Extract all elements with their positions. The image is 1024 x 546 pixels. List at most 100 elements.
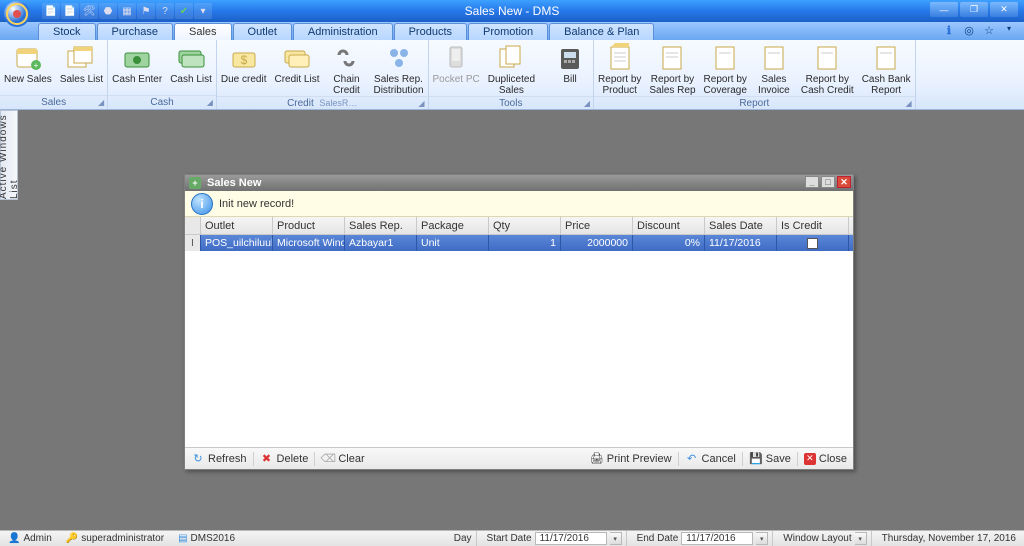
ribbon-sep [539,40,547,96]
qa-flag-icon[interactable]: ⚑ [137,3,155,19]
qa-help-icon[interactable]: ? [156,3,174,19]
ribbon-new-sales[interactable]: + New Sales [0,40,56,95]
col-price[interactable]: Price [561,217,633,234]
svg-text:+: + [192,178,197,188]
cell-salesrep[interactable]: Azbayar1 [345,235,417,251]
inner-maximize-button[interactable]: □ [821,176,835,188]
tab-stock[interactable]: Stock [38,23,96,40]
chain-credit-icon [331,43,361,73]
qa-grid-icon[interactable]: ▦ [118,3,136,19]
dock-active-windows-list[interactable]: Active Windows List [0,110,18,200]
col-salesdate[interactable]: Sales Date [705,217,777,234]
ribbon-report-salesrep[interactable]: Report by Sales Rep [645,40,699,96]
qa-more-icon[interactable]: ▾ [194,3,212,19]
cell-iscredit[interactable] [777,235,849,251]
ribbon-report-cashcredit[interactable]: Report by Cash Credit [797,40,858,96]
cancel-button[interactable]: ↶Cancel [679,448,742,469]
menu-star-icon[interactable]: ☆ [982,24,996,37]
tab-purchase[interactable]: Purchase [97,23,173,40]
app-title: Sales New - DMS [465,4,560,18]
inner-minimize-button[interactable]: _ [805,176,819,188]
save-button[interactable]: 💾Save [743,448,797,469]
undo-icon: ↶ [685,452,699,466]
menu-info-icon[interactable]: ℹ [942,24,956,37]
col-qty[interactable]: Qty [489,217,561,234]
grid-row-selector-header [185,217,201,234]
menu-dropdown-icon[interactable]: ▾ [1002,24,1016,37]
ribbon-group-tools: Pocket PC Dupliceted Sales Bill Tools◢ [429,40,595,109]
qa-new-doc-icon[interactable]: 📄 [42,3,60,19]
tab-administration[interactable]: Administration [293,23,393,40]
qa-add-doc-icon[interactable]: 📄 [61,3,79,19]
svg-text:$: $ [240,53,247,67]
window-minimize-button[interactable]: — [930,2,958,17]
col-salesrep[interactable]: Sales Rep. [345,217,417,234]
ribbon-bill[interactable]: Bill [547,40,593,96]
end-date-field[interactable]: 11/17/2016 [681,532,753,545]
delete-button[interactable]: ✖Delete [254,448,315,469]
ribbon-report-coverage[interactable]: Report by Coverage [700,40,751,96]
ribbon-group-credit: $ Due credit Credit List Chain Credit Sa… [217,40,429,109]
ribbon-cash-list[interactable]: Cash List [166,40,216,95]
start-date-field[interactable]: 11/17/2016 [535,532,607,545]
print-preview-button[interactable]: 🖨Print Preview [584,448,678,469]
qa-check-icon[interactable]: ✔ [175,3,193,19]
qa-stamp-icon[interactable]: ⬣ [99,3,117,19]
clear-button[interactable]: ⌫Clear [315,448,370,469]
tab-sales[interactable]: Sales [174,23,232,40]
cell-product[interactable]: Microsoft Windo... [273,235,345,251]
ribbon-chain-credit[interactable]: Chain Credit [323,40,369,96]
ribbon-cash-enter[interactable]: Cash Enter [108,40,166,95]
cell-price[interactable]: 2000000 [561,235,633,251]
col-product[interactable]: Product [273,217,345,234]
tab-promotion[interactable]: Promotion [468,23,548,40]
app-orb[interactable] [2,0,32,29]
credit-list-icon [282,43,312,73]
col-package[interactable]: Package [417,217,489,234]
save-icon: 💾 [749,452,763,466]
cell-package[interactable]: Unit [417,235,489,251]
mdi-client-area: Active Windows List + Sales New _ □ ✕ i … [0,110,1024,530]
inner-titlebar[interactable]: + Sales New _ □ ✕ [185,175,853,191]
qa-tools-icon[interactable]: 🛠 [80,3,98,19]
cell-salesdate[interactable]: 11/17/2016 [705,235,777,251]
tab-outlet[interactable]: Outlet [233,23,292,40]
col-outlet[interactable]: Outlet [201,217,273,234]
layout-dropdown[interactable]: ▾ [855,532,867,545]
cell-discount[interactable]: 0% [633,235,705,251]
col-iscredit[interactable]: Is Credit [777,217,849,234]
ribbon-sales-invoice[interactable]: Sales Invoice [751,40,797,96]
grid-row[interactable]: I POS_uilchiluulegch Microsoft Windo... … [185,235,853,251]
start-date-dropdown[interactable]: ▾ [610,532,622,545]
sales-grid[interactable]: Outlet Product Sales Rep. Package Qty Pr… [185,217,853,447]
ribbon-duplicated-sales[interactable]: Dupliceted Sales [484,40,539,96]
new-sales-icon: + [13,43,43,73]
ribbon-group-cash: Cash Enter Cash List Cash◢ [108,40,217,109]
ribbon-credit-list[interactable]: Credit List [270,40,323,96]
cell-outlet[interactable]: POS_uilchiluulegch [201,235,273,251]
inner-toolbar: ↻Refresh ✖Delete ⌫Clear 🖨Print Preview ↶… [185,447,853,469]
status-user: 🔑 superadministrator [62,531,168,546]
info-icon: i [191,193,213,215]
window-maximize-button[interactable]: ❐ [960,2,988,17]
close-button[interactable]: ✕Close [798,448,853,469]
col-discount[interactable]: Discount [633,217,705,234]
iscredit-checkbox[interactable] [807,238,818,249]
end-date-dropdown[interactable]: ▾ [756,532,768,545]
report-icon [759,43,789,73]
ribbon-salesrep-distribution[interactable]: Sales Rep. Distribution [369,40,427,96]
ribbon-sales-list[interactable]: Sales List [56,40,107,95]
ribbon-report-product[interactable]: Report by Product [594,40,645,96]
status-window-layout[interactable]: Window Layout ▾ [779,531,871,546]
tab-products[interactable]: Products [394,23,467,40]
grid-empty-area[interactable] [185,251,853,447]
refresh-button[interactable]: ↻Refresh [185,448,253,469]
cell-qty[interactable]: 1 [489,235,561,251]
ribbon-due-credit[interactable]: $ Due credit [217,40,271,96]
menu-help-icon[interactable]: ◎ [962,24,976,37]
inner-close-button[interactable]: ✕ [837,176,851,188]
window-close-button[interactable]: ✕ [990,2,1018,17]
ribbon-group-report: Report by Product Report by Sales Rep Re… [594,40,916,109]
ribbon-cash-bank-report[interactable]: Cash Bank Report [858,40,915,96]
tab-balance-plan[interactable]: Balance & Plan [549,23,654,40]
